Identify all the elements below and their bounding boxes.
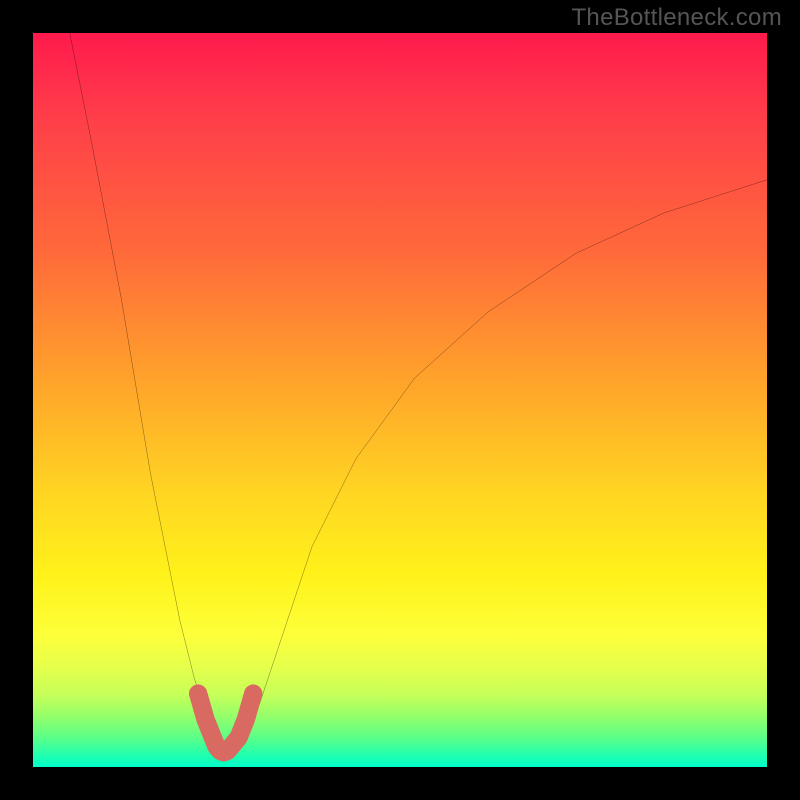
chart-svg <box>33 33 767 767</box>
threshold-band <box>198 694 253 753</box>
plot-area <box>33 33 767 767</box>
chart-frame: TheBottleneck.com <box>0 0 800 800</box>
main-curve <box>70 33 767 752</box>
watermark-text: TheBottleneck.com <box>571 4 782 32</box>
